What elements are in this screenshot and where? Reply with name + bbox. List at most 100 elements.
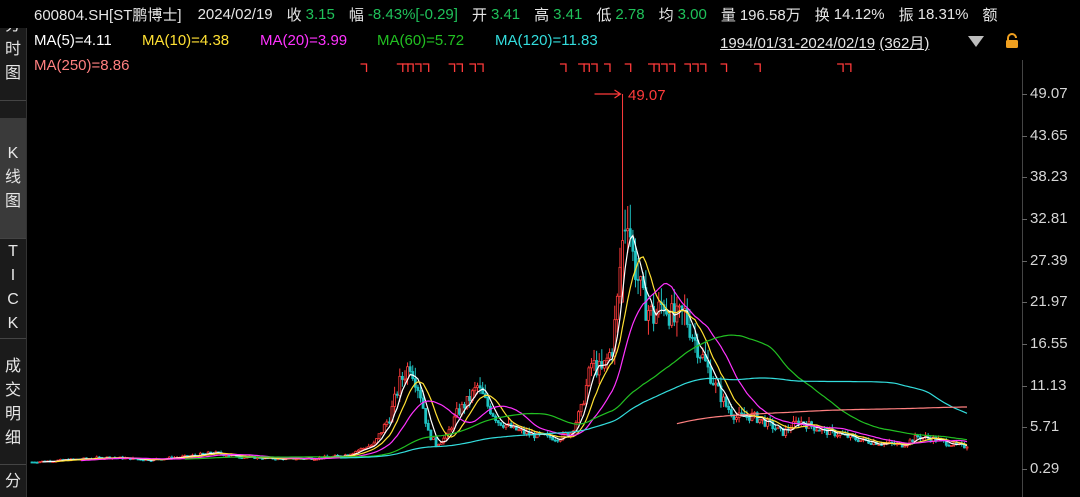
candle-body (636, 279, 640, 281)
event-marker[interactable] (448, 63, 456, 72)
candle-body (670, 303, 674, 326)
candle-body (732, 415, 736, 420)
candle-body (597, 361, 601, 376)
event-marker[interactable] (720, 63, 728, 72)
candle-body (727, 405, 731, 411)
volume-value: 196.58万 (739, 6, 801, 24)
event-marker[interactable] (668, 63, 676, 72)
sidebar-tab-char: K (7, 145, 19, 162)
sidebar-tab-char: 成 (4, 358, 21, 375)
candle-body (577, 411, 580, 423)
y-tick-label: 49.07 (1030, 85, 1068, 102)
event-marker[interactable] (844, 63, 852, 72)
sidebar-tab-1[interactable]: K线图 (0, 118, 26, 238)
candle-body (760, 418, 764, 421)
candle-body (377, 433, 381, 439)
close-value: 3.15 (305, 5, 335, 23)
y-tick-label: 38.23 (1030, 168, 1068, 186)
event-marker[interactable] (469, 63, 476, 72)
candle-body (408, 366, 412, 372)
candle-body (447, 429, 451, 435)
y-tick-mark (1022, 260, 1027, 262)
avg-label: 均 (658, 6, 674, 24)
event-marker[interactable] (684, 63, 691, 72)
sidebar-tab-3[interactable]: 成交明细 (0, 342, 26, 464)
max-price-arrow (594, 89, 622, 99)
candle-body (546, 434, 549, 437)
change-pct-value: -8.43% (367, 5, 416, 23)
candle-body (382, 424, 386, 433)
event-marker[interactable] (692, 63, 699, 72)
candle-body (261, 457, 264, 460)
candle-body (877, 443, 881, 446)
event-marker[interactable] (456, 63, 464, 72)
candle-body (419, 390, 422, 399)
candle-body (375, 438, 378, 444)
event-marker[interactable] (648, 63, 655, 72)
candle-body (838, 433, 842, 436)
event-marker[interactable] (591, 63, 598, 72)
candle-body (644, 287, 648, 321)
event-marker[interactable] (660, 63, 668, 72)
sidebar-tab-4[interactable]: 分 (0, 466, 26, 497)
sidebar-divider (0, 100, 26, 101)
candle-body (947, 444, 951, 447)
candle-body (701, 354, 705, 358)
candle-body (916, 435, 920, 438)
candle-body (714, 382, 718, 386)
event-marker[interactable] (477, 63, 484, 72)
candle-body (499, 422, 503, 426)
lock-icon[interactable] (1004, 33, 1020, 49)
candle-body (615, 295, 619, 321)
event-marker[interactable] (578, 63, 585, 72)
candle-body (556, 439, 560, 442)
sidebar-tab-char: 时 (4, 41, 21, 58)
candle-body (224, 455, 228, 457)
candle-body (478, 385, 482, 389)
candle-body (450, 427, 453, 431)
turnover-label: 换 (814, 6, 830, 24)
kline-chart[interactable] (27, 55, 1022, 497)
candle-body (745, 416, 749, 418)
quote-header: 600804.SH[ST鹏博士] 2024/02/19 收 3.15 幅 -8.… (0, 0, 1080, 28)
y-tick-mark (1022, 385, 1027, 387)
candle-body (369, 444, 373, 447)
y-tick-mark (1022, 469, 1027, 470)
event-marker[interactable] (837, 63, 844, 72)
candle-body (429, 429, 433, 441)
event-marker[interactable] (754, 63, 761, 72)
candle-body (395, 393, 399, 396)
event-marker[interactable] (396, 63, 404, 72)
candle-body (729, 409, 733, 416)
candle-body (859, 439, 863, 442)
sidebar-tab-2[interactable]: TICK (0, 238, 26, 338)
candle-body (776, 426, 780, 430)
event-marker[interactable] (360, 63, 368, 72)
y-tick-label: 32.81 (1030, 210, 1068, 227)
event-marker[interactable] (699, 63, 707, 72)
ma10-label: MA(10)=4.38 (142, 32, 230, 49)
event-marker[interactable] (422, 63, 430, 72)
event-marker[interactable] (624, 63, 632, 72)
triangle-down-icon[interactable] (968, 36, 984, 47)
amount-label: 额 (982, 6, 998, 24)
candle-body (463, 404, 466, 409)
date-range[interactable]: 1994/01/31-2024/02/19 (362月) (720, 32, 929, 53)
candle-body (711, 382, 715, 386)
event-marker[interactable] (559, 63, 567, 72)
candle-body (950, 445, 953, 447)
event-marker[interactable] (414, 63, 422, 72)
ma60-line (184, 334, 968, 460)
stock-symbol[interactable]: 600804.SH[ST鹏博士] (34, 4, 182, 25)
candle-body (201, 452, 205, 455)
ma5-label: MA(5)=4.11 (34, 32, 112, 49)
date-range-text[interactable]: 1994/01/31-2024/02/19 (720, 35, 875, 52)
bar-count[interactable]: (362月) (879, 35, 929, 52)
sidebar-tab-char: I (10, 267, 16, 284)
candle-body (398, 375, 402, 396)
y-tick-mark (1022, 94, 1027, 95)
candle-body (380, 432, 384, 435)
event-marker[interactable] (603, 63, 611, 72)
y-tick-mark (1022, 344, 1027, 345)
turnover-value: 14.12% (833, 5, 885, 23)
